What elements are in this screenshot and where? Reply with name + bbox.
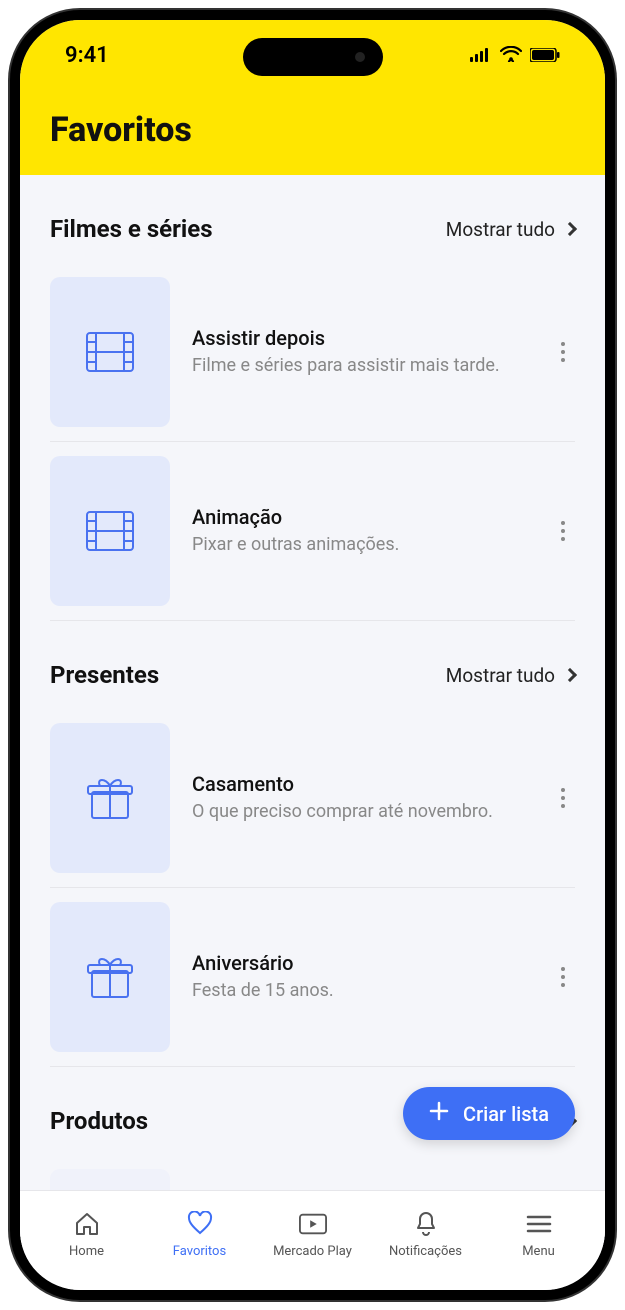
phone-frame: 9:41 Favoritos Filmes e séries Mostrar t…: [10, 10, 615, 1300]
show-all-link[interactable]: Mostrar tudo: [446, 664, 575, 687]
nav-label: Notificações: [389, 1244, 462, 1259]
list-item[interactable]: Aniversário Festa de 15 anos.: [50, 888, 575, 1067]
create-list-button[interactable]: Criar lista: [403, 1087, 575, 1140]
heart-icon: [186, 1210, 214, 1238]
nav-notificacoes[interactable]: Notificações: [381, 1210, 471, 1259]
gift-icon: [86, 953, 134, 1001]
section-title: Presentes: [50, 661, 159, 689]
item-body: Aniversário Festa de 15 anos.: [192, 951, 529, 1003]
thumbnail: [50, 723, 170, 873]
plus-icon: [429, 1101, 449, 1126]
menu-icon: [525, 1210, 553, 1238]
fab-label: Criar lista: [463, 1102, 549, 1126]
list-item[interactable]: Assistir depois Filme e séries para assi…: [50, 263, 575, 442]
show-all-link[interactable]: Mostrar tudo: [446, 218, 575, 241]
status-indicators: [470, 43, 560, 68]
item-subtitle: Festa de 15 anos.: [192, 979, 529, 1003]
gift-icon: [86, 774, 134, 822]
nav-favoritos[interactable]: Favoritos: [155, 1210, 245, 1259]
nav-label: Menu: [522, 1244, 555, 1259]
item-body: Assistir depois Filme e séries para assi…: [192, 326, 529, 378]
nav-mercado-play[interactable]: Mercado Play: [268, 1210, 358, 1259]
list-item[interactable]: Animação Pixar e outras animações.: [50, 442, 575, 621]
device-notch: [243, 38, 383, 76]
item-subtitle: O que preciso comprar até novembro.: [192, 800, 529, 824]
section-header-filmes: Filmes e séries Mostrar tudo: [50, 215, 575, 243]
status-time: 9:41: [65, 43, 109, 68]
chevron-right-icon: [563, 222, 577, 236]
home-icon: [73, 1210, 101, 1238]
cellular-icon: [470, 43, 492, 68]
wifi-icon: [500, 43, 522, 68]
section-header-presentes: Presentes Mostrar tudo: [50, 661, 575, 689]
nav-label: Home: [69, 1244, 104, 1259]
play-icon: [299, 1210, 327, 1238]
item-body: Animação Pixar e outras animações.: [192, 505, 529, 557]
show-all-label: Mostrar tudo: [446, 664, 555, 687]
section-title: Produtos: [50, 1107, 148, 1135]
nav-home[interactable]: Home: [42, 1210, 132, 1259]
item-title: Casamento: [192, 772, 529, 796]
kebab-menu[interactable]: [551, 957, 575, 997]
nav-label: Mercado Play: [273, 1244, 352, 1259]
item-title: Aniversário: [192, 951, 529, 975]
thumbnail: [50, 902, 170, 1052]
nav-label: Favoritos: [173, 1244, 226, 1259]
item-title: Assistir depois: [192, 326, 529, 350]
nav-menu[interactable]: Menu: [494, 1210, 584, 1259]
film-icon: [86, 511, 134, 551]
list-item[interactable]: Casamento O que preciso comprar até nove…: [50, 709, 575, 888]
page-title: Favoritos: [50, 110, 575, 150]
show-all-label: Mostrar tudo: [446, 218, 555, 241]
battery-icon: [530, 43, 560, 68]
bottom-nav: Home Favoritos Mercado Play Notificações…: [20, 1190, 605, 1290]
kebab-menu[interactable]: [551, 511, 575, 551]
thumbnail: [50, 456, 170, 606]
item-title: Animação: [192, 505, 529, 529]
bell-icon: [412, 1210, 440, 1238]
kebab-menu[interactable]: [551, 778, 575, 818]
kebab-menu[interactable]: [551, 332, 575, 372]
thumbnail: [50, 277, 170, 427]
item-subtitle: Filme e séries para assistir mais tarde.: [192, 354, 529, 378]
section-title: Filmes e séries: [50, 215, 213, 243]
item-subtitle: Pixar e outras animações.: [192, 533, 529, 557]
film-icon: [86, 332, 134, 372]
chevron-right-icon: [563, 668, 577, 682]
item-body: Casamento O que preciso comprar até nove…: [192, 772, 529, 824]
